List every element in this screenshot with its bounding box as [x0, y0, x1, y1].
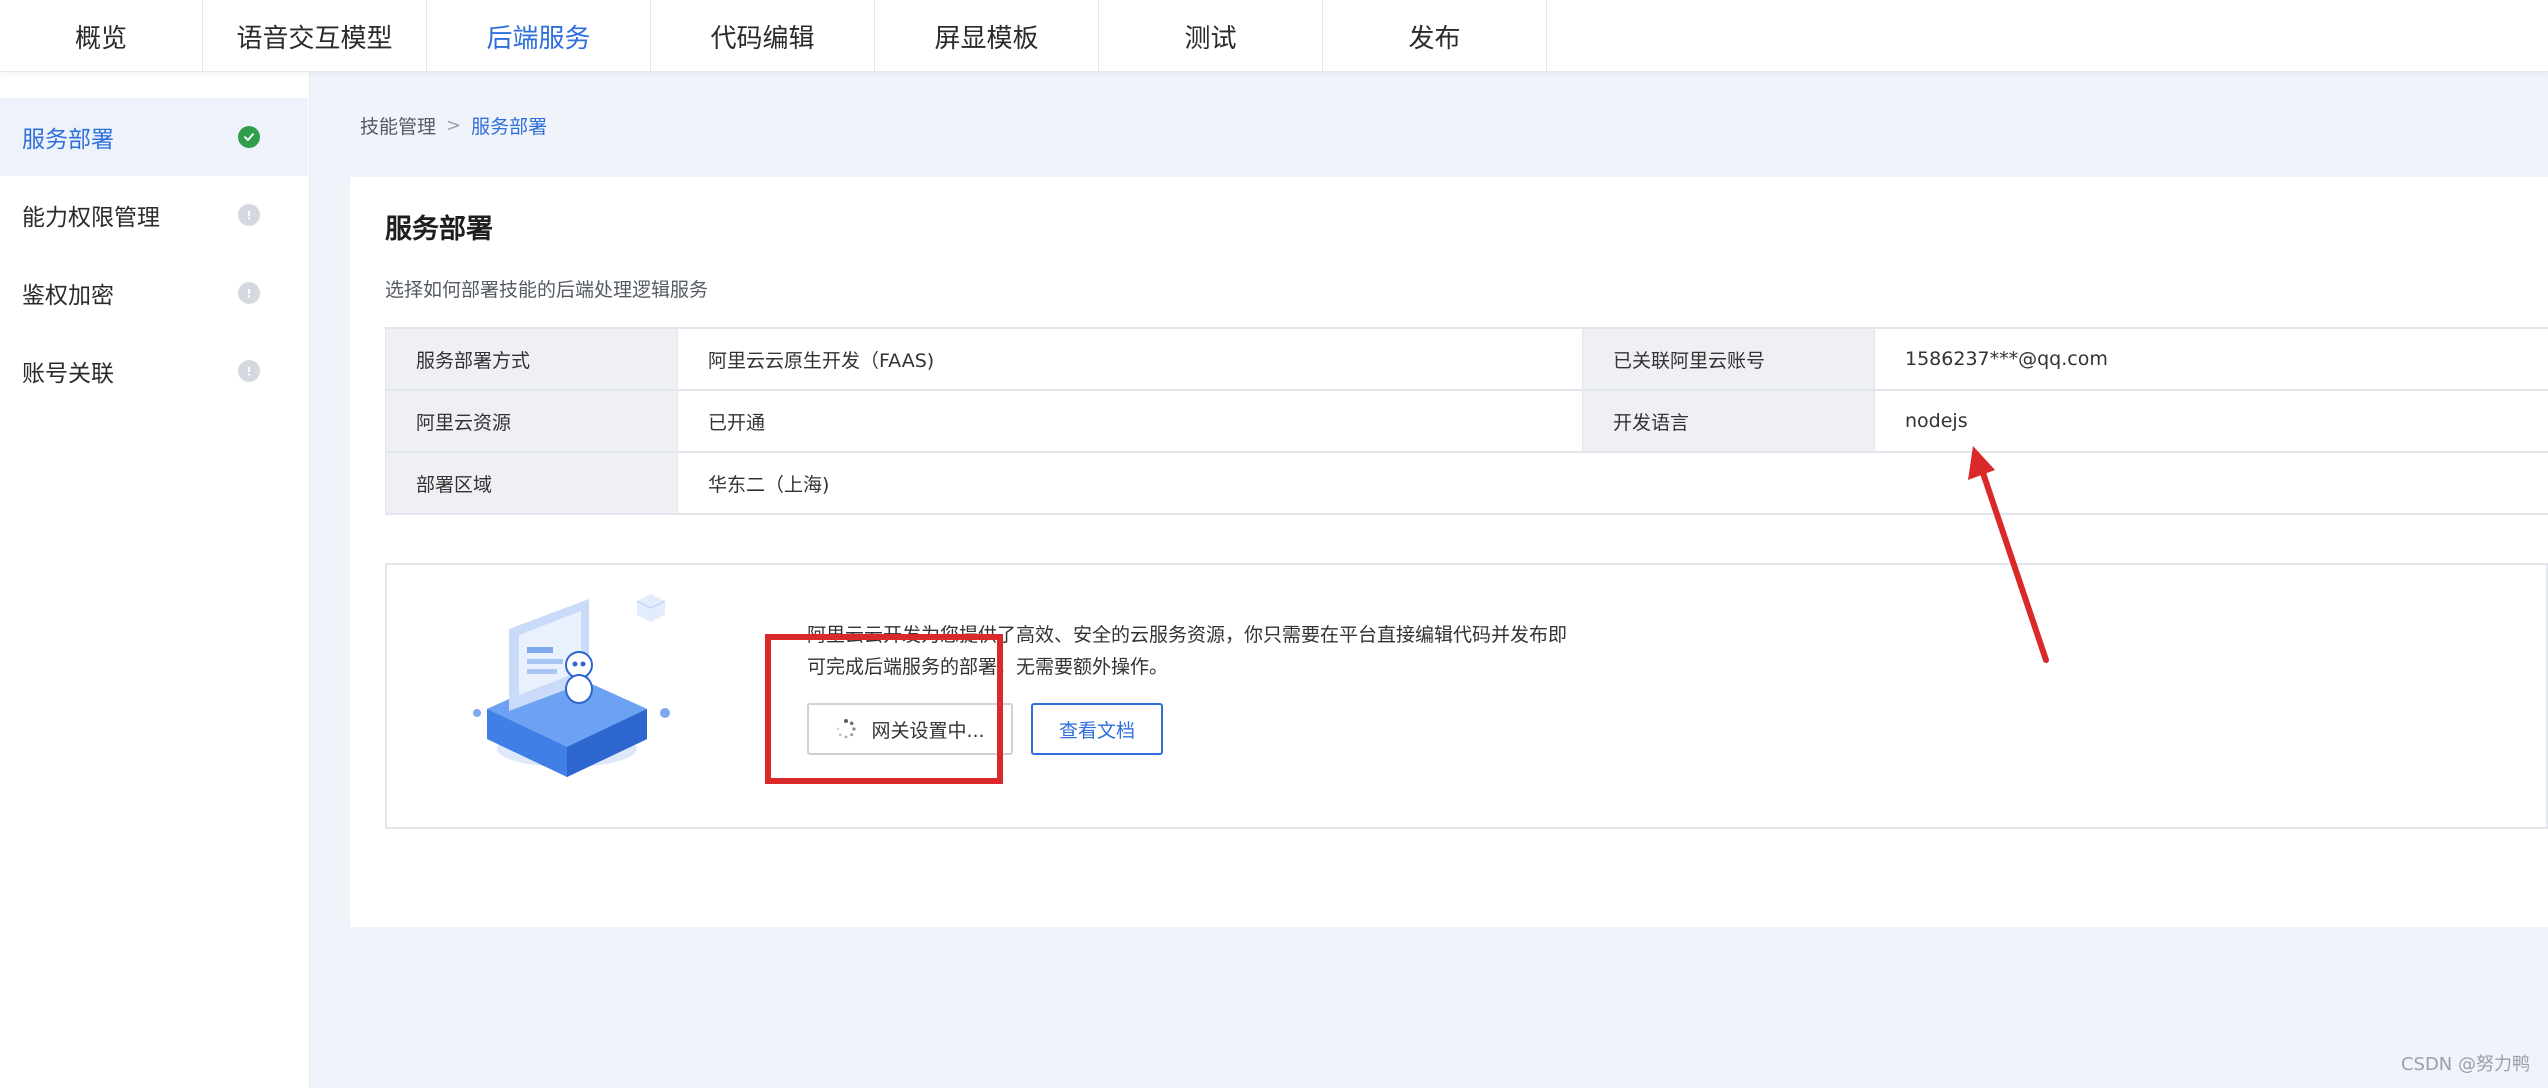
annotation-arrow [1968, 446, 2049, 663]
